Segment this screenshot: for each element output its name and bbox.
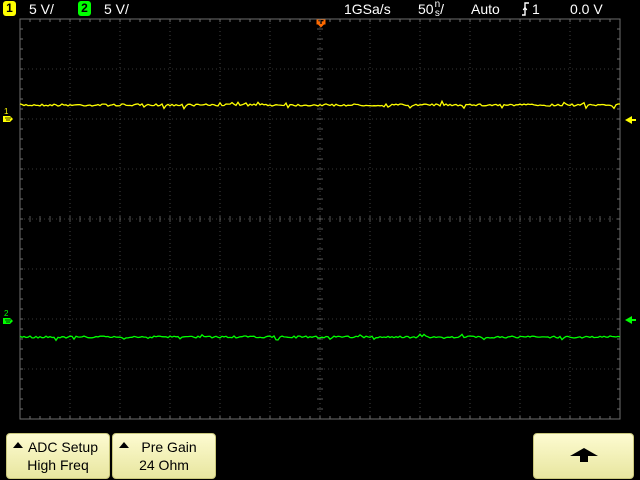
channel-2-ground-marker[interactable]: 2	[3, 309, 13, 324]
channel-1-ground-marker[interactable]: 1	[3, 107, 13, 122]
softkey-label: ADC Setup	[27, 439, 99, 455]
softkey-label: Pre Gain	[141, 439, 197, 455]
channel-1-badge[interactable]: 1	[3, 1, 16, 16]
status-bar: 1 5 V/ 2 5 V/ 1GSa/s 50 n s / Auto 1 0.0 V	[0, 0, 640, 19]
sample-rate: 1GSa/s	[344, 1, 391, 17]
channel-1-marker-label: 1	[4, 107, 9, 116]
trigger-mode[interactable]: Auto	[471, 0, 500, 18]
channel-2-badge[interactable]: 2	[78, 1, 91, 16]
channel-1-level-tick	[628, 119, 636, 121]
trigger-level[interactable]: 0.0 V	[570, 0, 603, 18]
softkey-bar: ADC Setup High Freq Pre Gain 24 Ohm	[0, 430, 640, 480]
waveform-display[interactable]: 1 2	[0, 18, 640, 430]
timebase[interactable]: 50 n s /	[418, 0, 445, 19]
channel-2-level-tick	[628, 319, 636, 321]
adc-setup-softkey[interactable]: ADC Setup High Freq	[6, 433, 110, 479]
rising-edge-icon	[522, 2, 529, 16]
pre-gain-softkey[interactable]: Pre Gain 24 Ohm	[112, 433, 216, 479]
channel-2-scale[interactable]: 5 V/	[104, 0, 129, 18]
timebase-value: 50	[418, 1, 434, 17]
graticule	[19, 18, 621, 420]
up-menu-softkey[interactable]	[533, 433, 634, 479]
up-arrow-icon	[570, 448, 598, 462]
softkey-value: 24 Ohm	[139, 457, 189, 473]
trigger-source[interactable]: 1	[521, 0, 540, 18]
trigger-source-number: 1	[532, 1, 540, 17]
timebase-slash: /	[440, 1, 445, 17]
softkey-value: High Freq	[27, 457, 89, 473]
channel-1-scale[interactable]: 5 V/	[29, 0, 54, 18]
channel-2-marker-label: 2	[4, 309, 9, 318]
